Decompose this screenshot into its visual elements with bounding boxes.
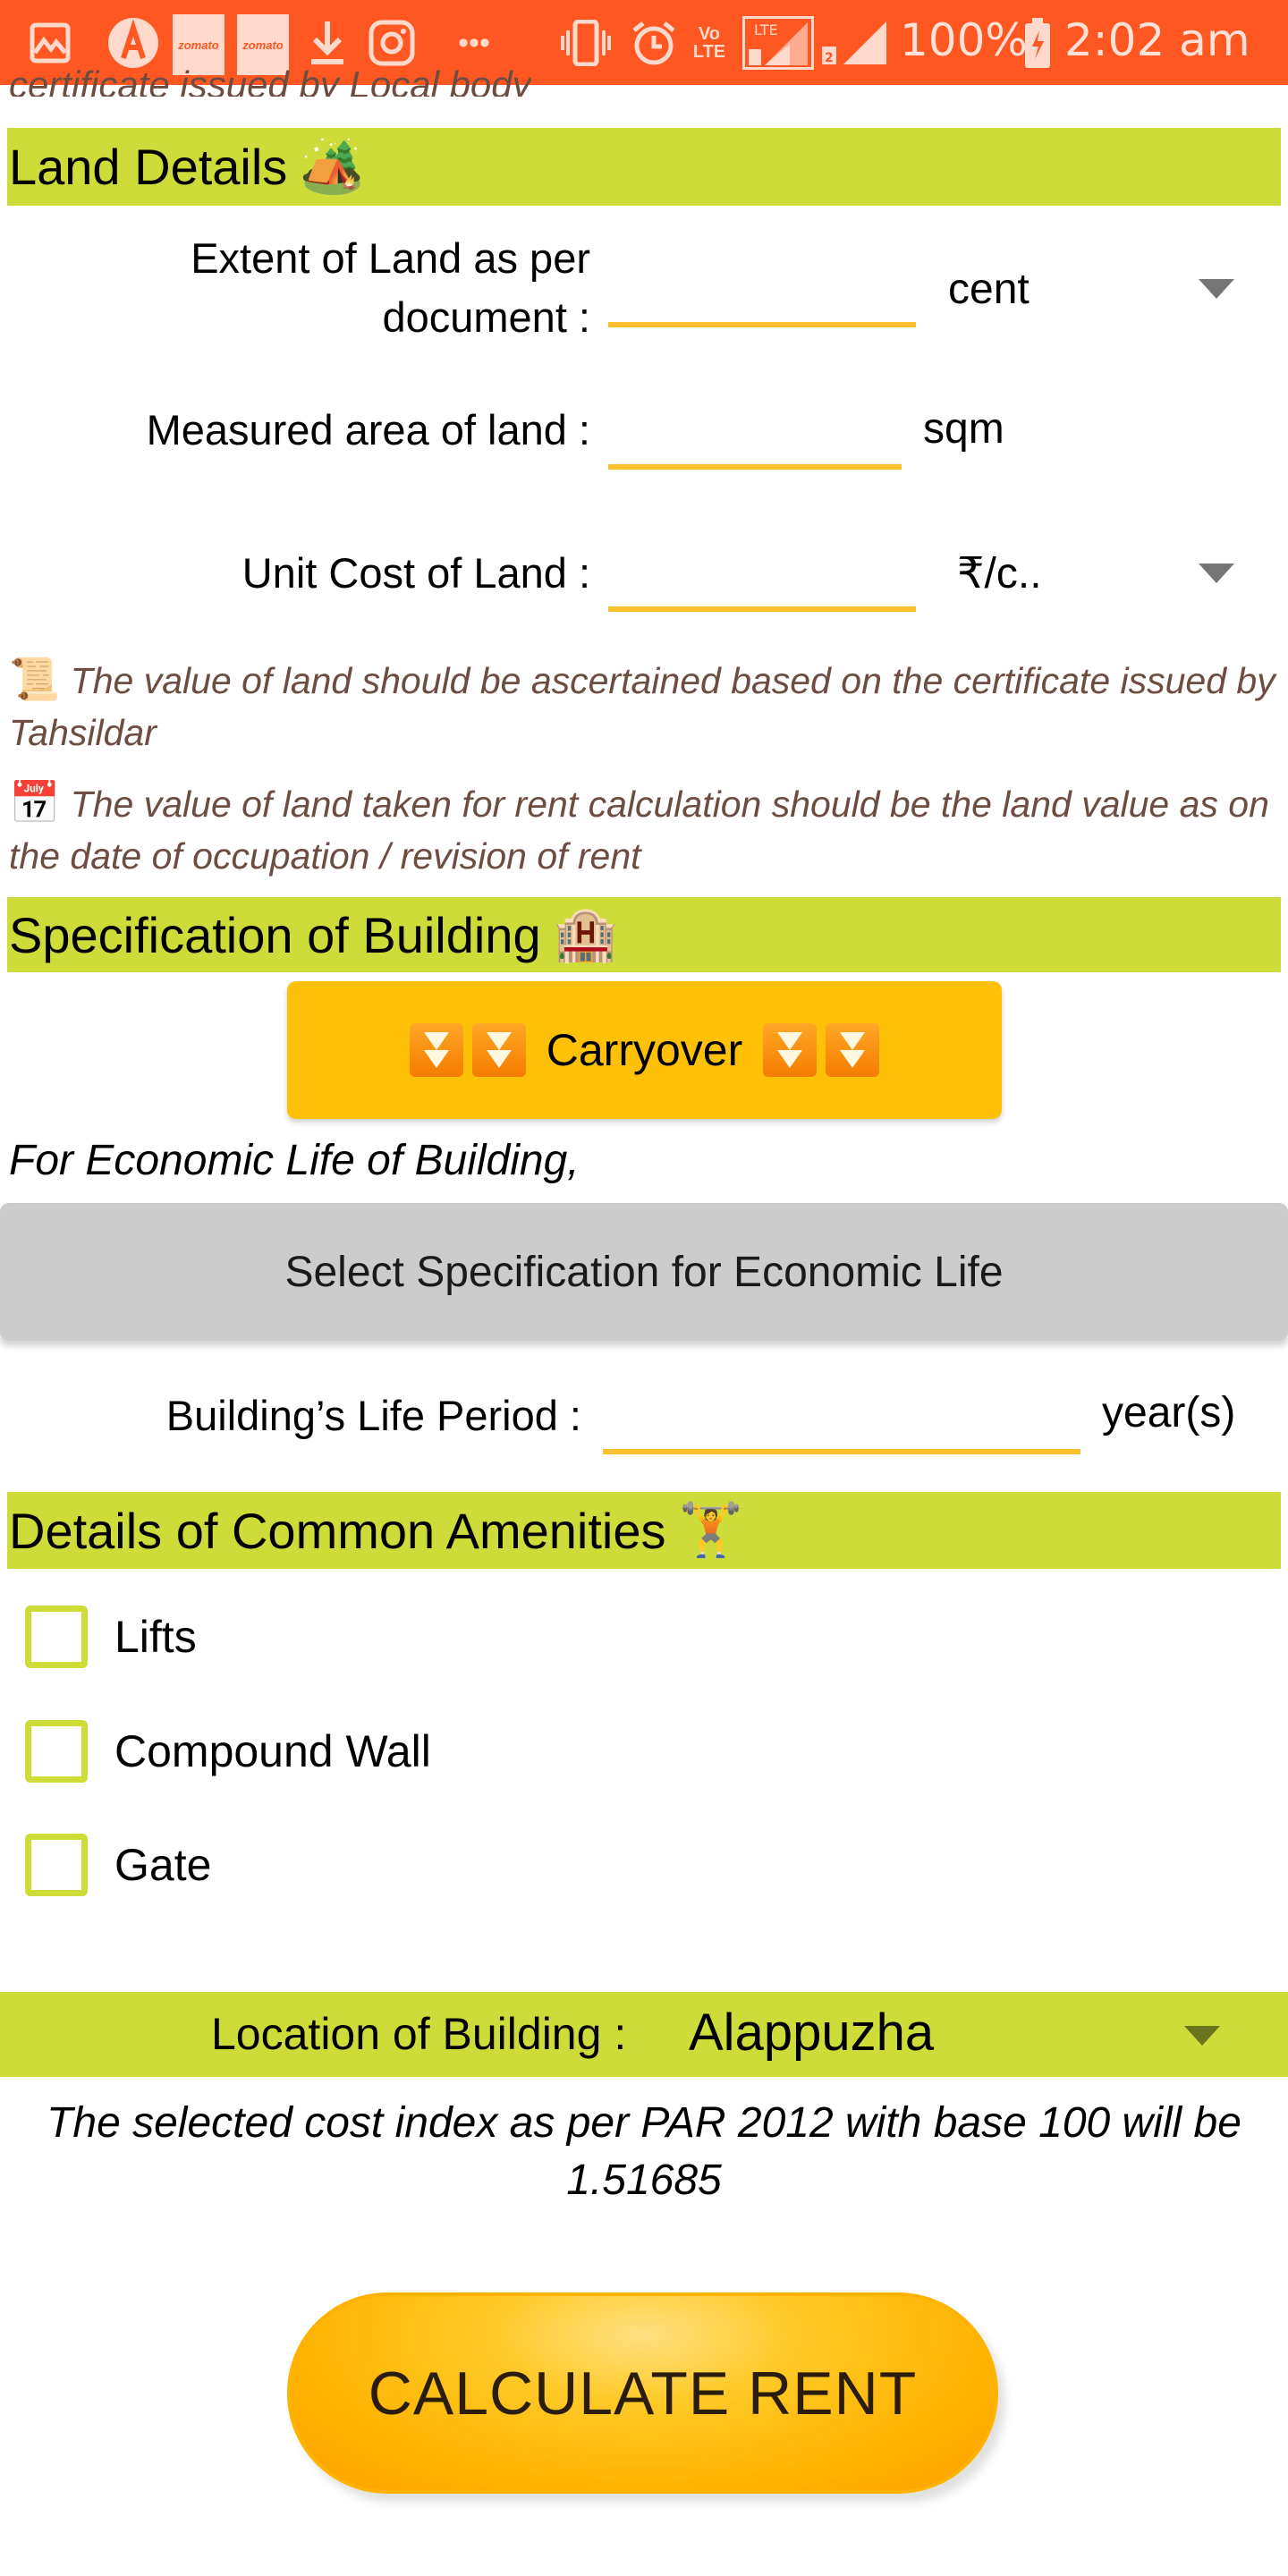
extent-unit-value: cent <box>948 265 1030 313</box>
double-down-arrow-icon <box>471 1023 526 1077</box>
more-icon: ••• <box>458 25 490 60</box>
sim2-signal-icon: 2 <box>820 20 888 66</box>
dropdown-arrow-icon <box>1199 564 1234 583</box>
battery-charging-icon <box>1024 18 1051 68</box>
volte-icon: Vo LTE <box>692 24 726 62</box>
double-down-arrow-icon <box>826 1023 880 1077</box>
calendar-icon: 📅 <box>9 779 61 826</box>
measured-area-unit: sqm <box>923 405 1004 453</box>
land-note-tahsildar: 📜 The value of land should be ascertaine… <box>9 656 1275 753</box>
scroll-icon: 📜 <box>9 656 61 702</box>
select-specification-label: Select Specification for Economic Life <box>284 1248 1004 1296</box>
amenity-lifts[interactable]: Lifts <box>25 1606 197 1668</box>
camping-tent-icon: 🏕️ <box>300 137 365 196</box>
instagram-icon <box>369 20 415 66</box>
building-spec-header: Specification of Building 🏨 <box>7 897 1281 972</box>
section-title: Details of Common Amenities <box>9 1502 666 1559</box>
amenity-gate[interactable]: Gate <box>25 1834 211 1896</box>
dropdown-arrow-icon <box>1184 2026 1220 2046</box>
lifts-checkbox[interactable] <box>25 1606 88 1668</box>
location-value: Alappuzha <box>689 2004 935 2062</box>
vibrate-icon <box>559 20 613 66</box>
gallery-icon <box>29 20 72 66</box>
compound-wall-label: Compound Wall <box>114 1726 431 1776</box>
double-down-arrow-icon <box>409 1023 463 1077</box>
svg-text:LTE: LTE <box>754 21 778 38</box>
gate-label: Gate <box>114 1840 212 1890</box>
calculate-rent-label: CALCULATE RENT <box>368 2359 918 2428</box>
compound-wall-checkbox[interactable] <box>25 1720 88 1783</box>
download-icon <box>309 20 346 66</box>
svg-text:2: 2 <box>825 51 834 65</box>
gate-checkbox[interactable] <box>25 1834 88 1896</box>
section-title: Specification of Building <box>9 906 541 963</box>
lte-sim1-signal-icon: LTE <box>742 16 814 70</box>
weight-lifter-icon: 🏋️ <box>678 1501 743 1559</box>
unit-cost-unit-dropdown[interactable]: ₹/c.. <box>957 544 1234 603</box>
unit-cost-input[interactable] <box>608 558 916 612</box>
measured-area-input[interactable] <box>608 416 902 470</box>
calculate-rent-button[interactable]: CALCULATE RENT <box>287 2292 998 2494</box>
battery-percent: 100% <box>900 14 1028 66</box>
cutoff-text: certificate issued by Local body <box>9 64 531 106</box>
life-period-input[interactable] <box>603 1401 1080 1454</box>
double-down-arrow-icon <box>763 1023 818 1077</box>
a-app-icon <box>107 18 159 68</box>
clock-time: 2:02 am <box>1064 14 1250 66</box>
lifts-label: Lifts <box>114 1612 197 1662</box>
cost-index-note: The selected cost index as per PAR 2012 … <box>47 2099 1241 2204</box>
alarm-icon <box>631 20 677 66</box>
land-note-date: 📅 The value of land taken for rent calcu… <box>9 779 1269 877</box>
unit-cost-label: Unit Cost of Land : <box>242 549 590 597</box>
extent-input[interactable] <box>608 274 916 327</box>
economic-life-caption: For Economic Life of Building, <box>9 1137 580 1184</box>
location-label: Location of Building : <box>211 2009 627 2059</box>
life-period-label: Building’s Life Period : <box>165 1392 581 1439</box>
location-dropdown[interactable]: Location of Building : Alappuzha <box>0 1992 1288 2077</box>
select-specification-button[interactable]: Select Specification for Economic Life <box>0 1203 1288 1341</box>
hotel-icon: 🏨 <box>553 905 618 963</box>
dropdown-arrow-icon <box>1199 279 1234 299</box>
life-period-unit: year(s) <box>1102 1389 1236 1436</box>
section-title: Land Details <box>9 139 288 195</box>
land-details-header: Land Details 🏕️ <box>7 128 1281 206</box>
extent-label: Extent of Land as per document : <box>191 234 590 341</box>
carryover-button[interactable]: Carryover <box>287 981 1002 1119</box>
extent-unit-dropdown[interactable]: cent <box>948 259 1234 318</box>
measured-area-label: Measured area of land : <box>146 406 590 453</box>
amenities-header: Details of Common Amenities 🏋️ <box>7 1492 1281 1569</box>
amenity-compound-wall[interactable]: Compound Wall <box>25 1720 431 1783</box>
unit-cost-unit-value: ₹/c.. <box>957 550 1042 597</box>
carryover-label: Carryover <box>546 1025 743 1075</box>
